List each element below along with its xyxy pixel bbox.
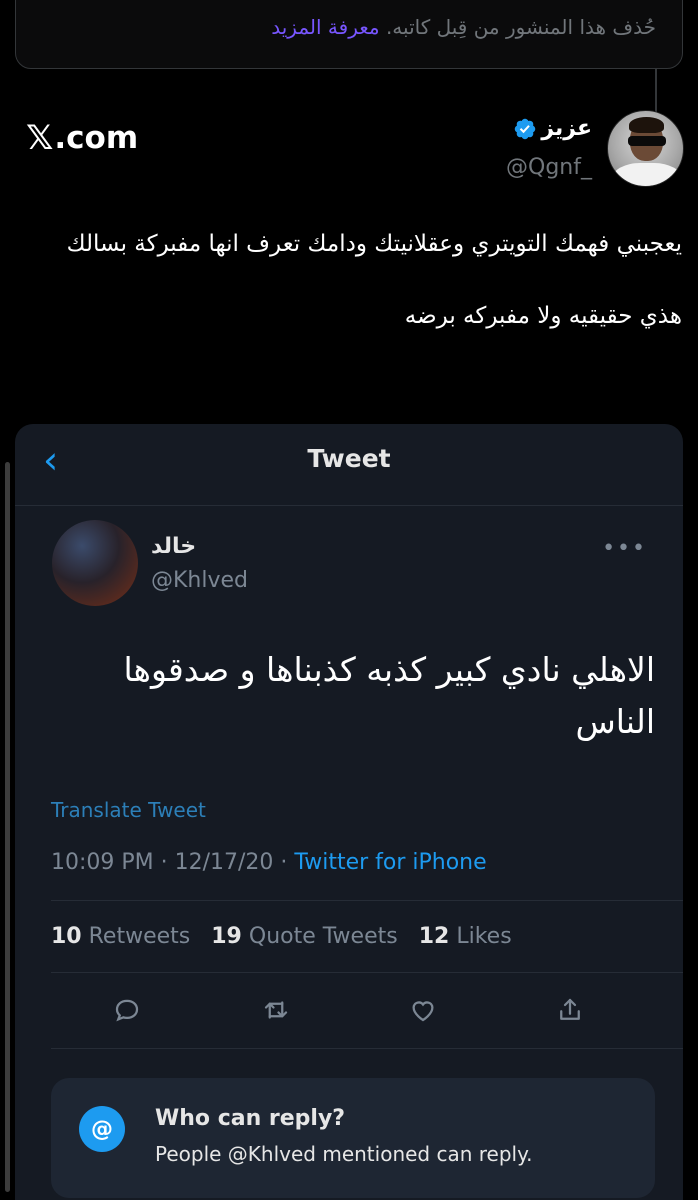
author-name-row[interactable]: عزيز [513, 116, 592, 141]
x-logo-icon: 𝕏 [26, 118, 54, 158]
embedded-source: Twitter for iPhone [294, 850, 487, 875]
retweet-icon [256, 990, 296, 1030]
divider [51, 972, 683, 973]
author-name[interactable]: عزيز [541, 116, 592, 141]
deleted-notice-text: حُذف هذا المنشور من قِبل كاتبه. معرفة ال… [271, 15, 656, 39]
quotes-count: 19 [211, 924, 242, 949]
scrollbar[interactable] [5, 462, 10, 1192]
notice-message: حُذف هذا المنشور من قِبل كاتبه. [385, 15, 656, 39]
who-can-reply-card: @ Who can reply? People @Khlved mentione… [51, 1078, 655, 1198]
quotes-label: Quote Tweets [248, 924, 398, 949]
embedded-tweet-meta: 10:09 PM · 12/17/20 · Twitter for iPhone [51, 850, 487, 875]
share-icon [550, 990, 590, 1030]
like-heart-icon [403, 990, 443, 1030]
verified-badge-icon [515, 118, 536, 139]
retweets-label: Retweets [88, 924, 191, 949]
retweets-count: 10 [51, 924, 82, 949]
embedded-nav-bar: ‹ Tweet [15, 424, 683, 506]
embedded-timestamp: 10:09 PM · 12/17/20 · [51, 850, 295, 875]
reply-icon [107, 990, 147, 1030]
likes-count: 12 [418, 924, 450, 949]
embedded-stats: 10 Retweets 19 Quote Tweets 12 Likes [51, 924, 512, 949]
tweet-line: يعجبني فهمك التويتري وعقلانيتك ودامك تعر… [66, 231, 682, 257]
who-can-reply-subtitle: People @Khlved mentioned can reply. [155, 1142, 533, 1166]
author-handle[interactable]: @Qgnf_ [506, 155, 592, 180]
tweet-text: يعجبني فهمك التويتري وعقلانيتك ودامك تعر… [12, 226, 682, 370]
embedded-tweet-screenshot[interactable]: ‹ Tweet خالد @Khlved ••• الاهلي نادي كبي… [15, 424, 683, 1200]
embedded-author-handle: @Khlved [151, 568, 249, 593]
learn-more-link[interactable]: معرفة المزيد [271, 15, 379, 39]
thread-line [655, 69, 657, 113]
more-options-icon: ••• [602, 536, 647, 561]
deleted-post-notice: حُذف هذا المنشور من قِبل كاتبه. معرفة ال… [15, 0, 683, 69]
divider [51, 1048, 683, 1049]
author-avatar[interactable] [607, 110, 684, 187]
embedded-author-name: خالد [151, 534, 197, 559]
embedded-action-bar [15, 990, 683, 1030]
x-domain: .com [54, 120, 139, 156]
divider [51, 900, 683, 901]
translate-tweet-link: Translate Tweet [51, 798, 206, 822]
embedded-tweet-text: الاهلي نادي كبير كذبه كذبناها و صدقوها ا… [123, 650, 655, 741]
tweet-line: هذي حقيقيه ولا مفبركه برضه [404, 303, 682, 329]
at-sign-icon: @ [79, 1106, 125, 1152]
embedded-nav-title: Tweet [307, 444, 391, 473]
likes-label: Likes [456, 924, 512, 949]
embedded-author-avatar [52, 520, 138, 606]
x-logo: 𝕏 .com [26, 118, 138, 158]
who-can-reply-title: Who can reply? [155, 1106, 346, 1131]
